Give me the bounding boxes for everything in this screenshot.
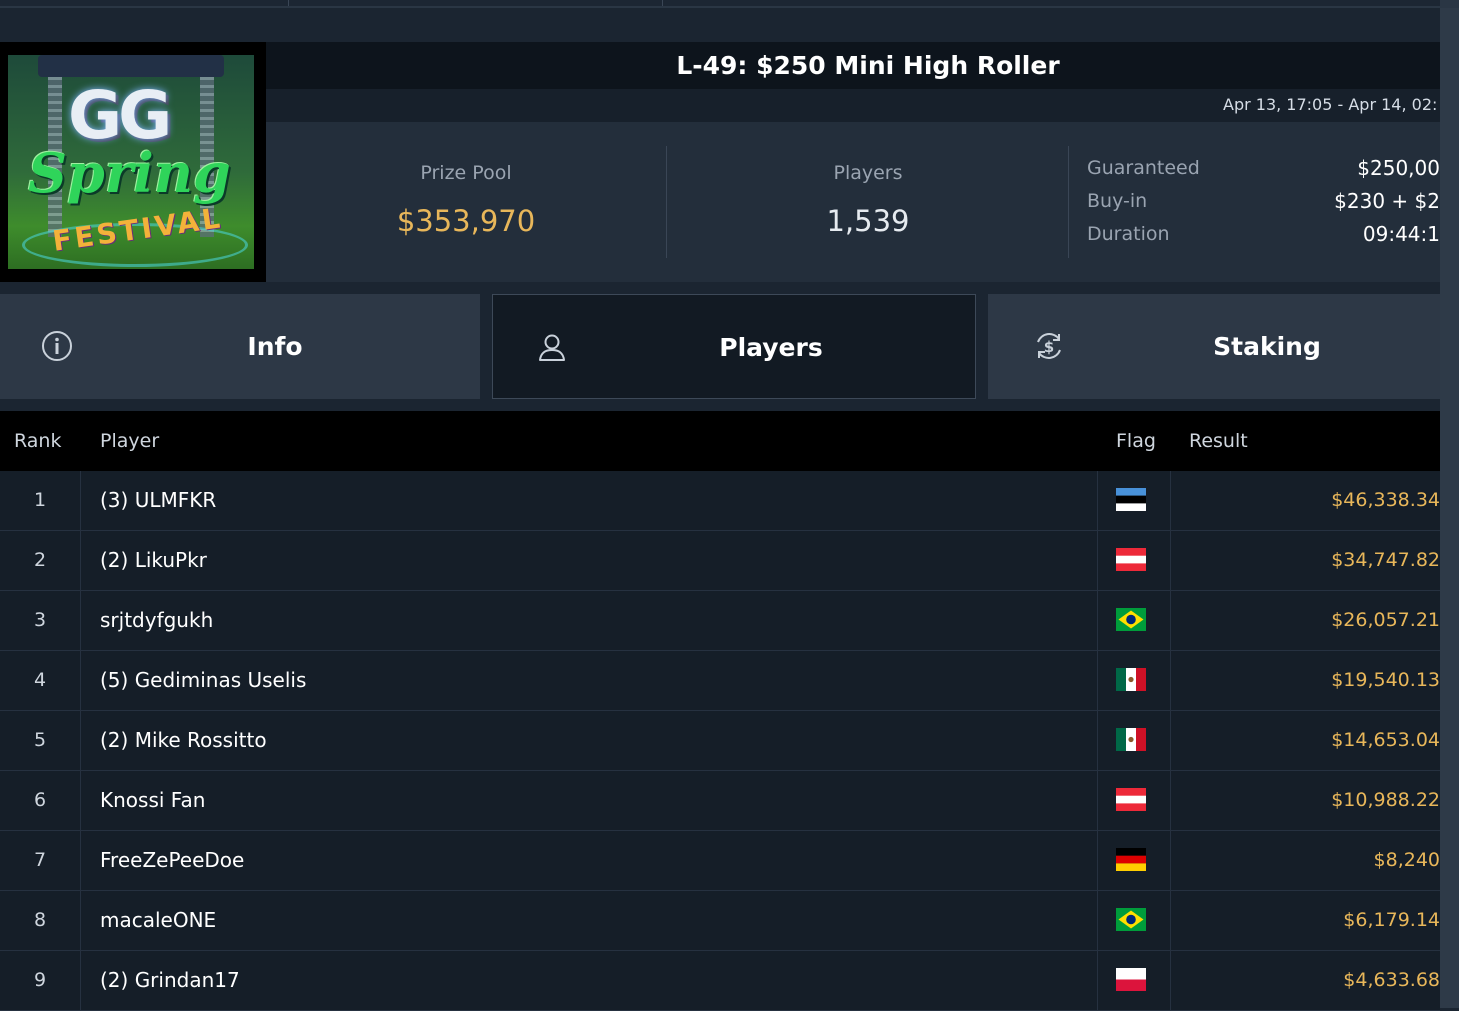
tournament-title: L-49: $250 Mini High Roller [676, 51, 1060, 80]
dollar-exchange-icon: $ [1037, 333, 1061, 359]
flag-cell [1097, 771, 1171, 830]
player-name[interactable]: (2) LikuPkr [100, 531, 207, 590]
player-name[interactable]: (5) Gediminas Uselis [100, 651, 306, 710]
players-value: 1,539 [826, 204, 910, 238]
players-label: Players [833, 162, 903, 184]
rank-cell: 1 [0, 471, 81, 530]
player-name[interactable]: srjtdyfgukh [100, 591, 213, 650]
scrollbar-thumb[interactable] [1440, 8, 1459, 1008]
result-amount: $6,179.14 [1343, 909, 1440, 931]
prize-pool-value: $353,970 [396, 204, 536, 238]
prize-pool-label: Prize Pool [420, 162, 512, 184]
brazil-flag-icon [1116, 908, 1146, 931]
logo-text-spring: Spring [28, 141, 231, 205]
result-amount: $46,338.34 [1331, 489, 1440, 511]
tab-players-label: Players [719, 333, 823, 362]
result-amount: $10,988.22 [1331, 789, 1440, 811]
table-row[interactable]: 6 Knossi Fan $10,988.22 [0, 771, 1440, 831]
tab-players[interactable]: Players [492, 294, 976, 399]
guaranteed-value: $250,00 [1357, 156, 1440, 180]
mexico-flag-icon [1116, 728, 1146, 751]
result-amount: $8,240 [1373, 849, 1440, 871]
germany-flag-icon [1116, 848, 1146, 871]
table-row[interactable]: 3 srjtdyfgukh $26,057.21 [0, 591, 1440, 651]
player-name[interactable]: (3) ULMFKR [100, 471, 216, 530]
tournament-date-range: Apr 13, 17:05 - Apr 14, 02: [1223, 95, 1438, 114]
rank-cell: 9 [0, 951, 81, 1010]
rank-cell: 3 [0, 591, 81, 650]
table-row[interactable]: 8 macaleONE $6,179.14 [0, 891, 1440, 951]
tab-staking[interactable]: $ Staking [988, 294, 1440, 399]
rank-cell: 2 [0, 531, 81, 590]
scrollbar[interactable] [1440, 0, 1459, 1008]
poland-flag-icon [1116, 968, 1146, 991]
table-row[interactable]: 4 (5) Gediminas Uselis $19,540.13 [0, 651, 1440, 711]
players-table-header: Rank Player Flag Result [0, 411, 1440, 471]
player-name[interactable]: macaleONE [100, 891, 216, 950]
tournament-logo: GG Spring FESTIVAL [0, 42, 266, 282]
rank-cell: 4 [0, 651, 81, 710]
column-header-flag[interactable]: Flag [1116, 411, 1156, 471]
svg-text:$: $ [1044, 338, 1054, 356]
rank-cell: 7 [0, 831, 81, 890]
tab-info[interactable]: Info [0, 294, 480, 399]
player-name[interactable]: (2) Grindan17 [100, 951, 240, 1010]
tournament-stats: Prize Pool $353,970 Players 1,539 Guaran… [266, 122, 1440, 282]
table-row[interactable]: 2 (2) LikuPkr $34,747.82 [0, 531, 1440, 591]
duration-value: 09:44:1 [1362, 222, 1440, 246]
column-header-result[interactable]: Result [1189, 411, 1248, 471]
tab-staking-label: Staking [1213, 332, 1321, 361]
top-nav-strip [0, 0, 1440, 8]
nav-divider [288, 0, 289, 6]
flag-cell [1097, 651, 1171, 710]
table-row[interactable]: 5 (2) Mike Rossitto $14,653.04 [0, 711, 1440, 771]
gg-spring-festival-banner: GG Spring FESTIVAL [8, 55, 254, 269]
duration-label: Duration [1087, 223, 1170, 245]
austria-flag-icon [1116, 788, 1146, 811]
flag-cell [1097, 471, 1171, 530]
stage-truss [38, 55, 224, 77]
table-row[interactable]: 9 (2) Grindan17 $4,633.68 [0, 951, 1440, 1011]
table-row[interactable]: 7 FreeZePeeDoe $8,240 [0, 831, 1440, 891]
player-name[interactable]: (2) Mike Rossitto [100, 711, 267, 770]
result-amount: $34,747.82 [1331, 549, 1440, 571]
buy-in-value: $230 + $2 [1334, 189, 1440, 213]
brazil-flag-icon [1116, 608, 1146, 631]
flag-cell [1097, 831, 1171, 890]
title-bar: L-49: $250 Mini High Roller [266, 42, 1440, 89]
stat-divider [666, 146, 667, 258]
guaranteed-label: Guaranteed [1087, 157, 1200, 179]
rank-cell: 8 [0, 891, 81, 950]
rank-cell: 6 [0, 771, 81, 830]
flag-cell [1097, 531, 1171, 590]
result-amount: $4,633.68 [1343, 969, 1440, 991]
result-amount: $14,653.04 [1331, 729, 1440, 751]
date-bar: Apr 13, 17:05 - Apr 14, 02: [266, 89, 1440, 122]
player-name[interactable]: Knossi Fan [100, 771, 205, 830]
result-amount: $26,057.21 [1331, 609, 1440, 631]
user-icon [539, 334, 565, 361]
austria-flag-icon [1116, 548, 1146, 571]
flag-cell [1097, 951, 1171, 1010]
result-amount: $19,540.13 [1331, 669, 1440, 691]
flag-cell [1097, 891, 1171, 950]
stat-divider [1068, 146, 1069, 258]
column-header-player[interactable]: Player [100, 411, 159, 471]
buy-in-label: Buy-in [1087, 190, 1148, 212]
info-icon [42, 331, 72, 361]
flag-cell [1097, 711, 1171, 770]
estonia-flag-icon [1116, 488, 1146, 511]
table-row[interactable]: 1 (3) ULMFKR $46,338.34 [0, 471, 1440, 531]
nav-divider [662, 0, 663, 6]
rank-cell: 5 [0, 711, 81, 770]
flag-cell [1097, 591, 1171, 650]
tab-info-label: Info [247, 332, 303, 361]
mexico-flag-icon [1116, 668, 1146, 691]
column-header-rank[interactable]: Rank [14, 411, 61, 471]
player-name[interactable]: FreeZePeeDoe [100, 831, 244, 890]
